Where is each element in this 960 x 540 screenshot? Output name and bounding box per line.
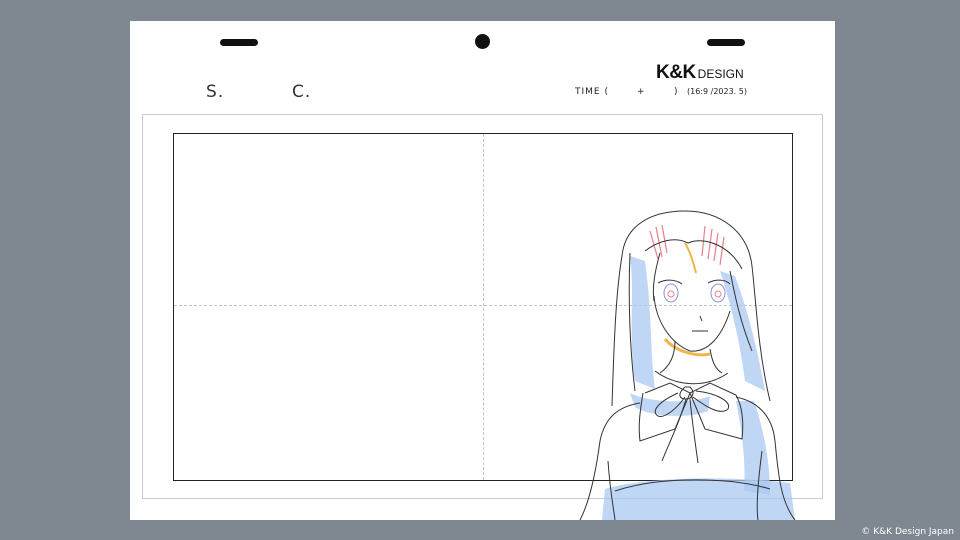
character-sketch: [579, 210, 796, 520]
copyright-text: © K&K Design Japan: [861, 527, 954, 537]
layout-sheet: S. C. K&K DESIGN TIME ( + ) (16:9 /2023. …: [130, 21, 835, 520]
